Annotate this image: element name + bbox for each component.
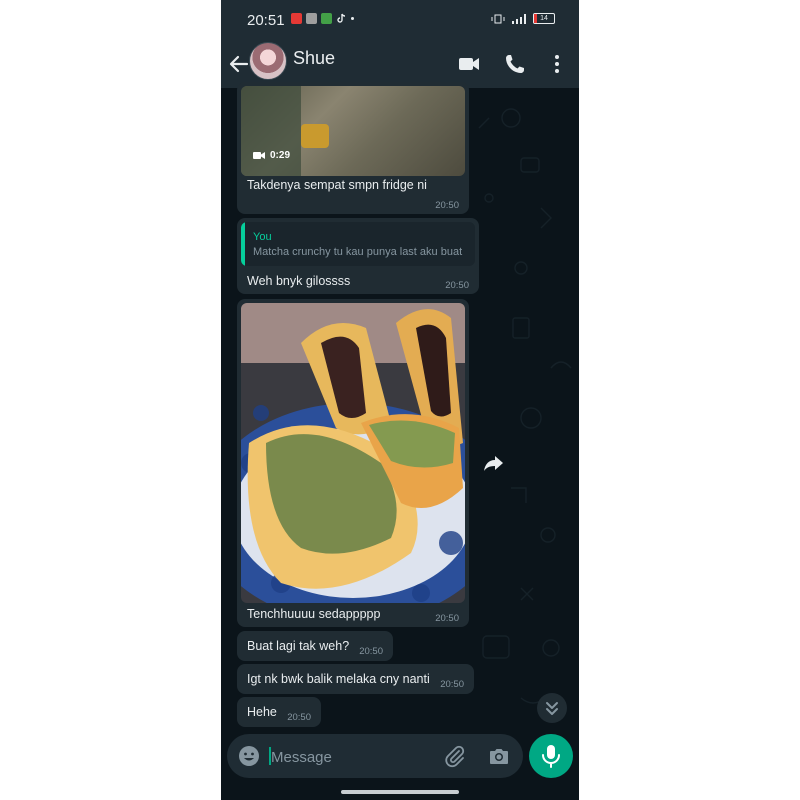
- video-camera-icon: [253, 152, 265, 159]
- chat-header: Shue: [221, 40, 579, 88]
- status-time: 20:51: [247, 12, 285, 29]
- message-time: 20:50: [287, 712, 311, 723]
- camera-icon[interactable]: [487, 744, 511, 768]
- gallery-icon: [306, 13, 317, 24]
- microphone-button[interactable]: [529, 734, 573, 778]
- emoji-icon[interactable]: [237, 744, 261, 768]
- message-text: Weh bnyk gilossss: [247, 274, 351, 288]
- quote-accent-bar: [241, 222, 245, 266]
- message-text: Buat lagi tak weh?: [247, 639, 350, 653]
- message-text: Hehe: [247, 705, 277, 719]
- message-composer: [227, 734, 523, 778]
- message-time: 20:50: [359, 646, 383, 657]
- avatar[interactable]: [249, 42, 287, 80]
- phone-icon[interactable]: [503, 52, 527, 76]
- forward-arrow-icon[interactable]: [481, 450, 507, 476]
- scroll-to-bottom-button[interactable]: [537, 693, 567, 723]
- vibrate-icon: [491, 14, 505, 23]
- video-duration: 0:29: [253, 150, 290, 161]
- chat-screen: 20:51 14 Shue 0:29 Takdenya sempat smpn …: [221, 0, 579, 800]
- message-time: 20:50: [440, 679, 464, 690]
- contact-name[interactable]: Shue: [293, 48, 335, 69]
- image-message[interactable]: Tenchhuuuu sedappppp 20:50: [237, 299, 469, 627]
- signal-icon: [512, 13, 526, 24]
- quote-author: You: [253, 231, 272, 243]
- video-rug-pattern: [241, 86, 301, 176]
- home-indicator[interactable]: [341, 790, 459, 794]
- message-list[interactable]: 0:29 Takdenya sempat smpn fridge ni 20:5…: [221, 82, 579, 728]
- food-photo[interactable]: [241, 303, 465, 603]
- message-text: Tenchhuuuu sedappppp: [247, 607, 381, 621]
- more-notifications-dot: [351, 17, 354, 20]
- battery-level-fill: [534, 14, 537, 23]
- text-cursor: [269, 747, 271, 765]
- tiktok-icon: [337, 13, 346, 23]
- message-input[interactable]: [269, 742, 433, 772]
- message-time: 20:50: [445, 280, 469, 291]
- quote-text: Matcha crunchy tu kau punya last aku bua…: [253, 246, 463, 258]
- microphone-icon: [542, 745, 560, 768]
- battery-level: 14: [540, 15, 548, 22]
- video-message[interactable]: 0:29 Takdenya sempat smpn fridge ni 20:5…: [237, 82, 469, 214]
- system-indicators: 14: [491, 13, 555, 24]
- video-duration-label: 0:29: [270, 150, 291, 161]
- app-icon: [321, 13, 332, 24]
- message-time: 20:50: [435, 200, 459, 211]
- more-vertical-icon[interactable]: [545, 52, 569, 76]
- text-message[interactable]: Igt nk bwk balik melaka cny nanti 20:50: [237, 664, 474, 694]
- calendar-icon: [291, 13, 302, 24]
- paperclip-icon[interactable]: [443, 744, 467, 768]
- video-camera-icon[interactable]: [457, 52, 481, 76]
- arrow-left-icon[interactable]: [227, 52, 251, 76]
- message-time: 20:50: [435, 613, 459, 624]
- video-thumbnail[interactable]: 0:29: [241, 86, 465, 176]
- text-message[interactable]: Buat lagi tak weh? 20:50: [237, 631, 393, 661]
- battery-icon: 14: [533, 13, 555, 24]
- video-toy-car: [301, 124, 329, 148]
- text-message[interactable]: Hehe 20:50: [237, 697, 321, 727]
- reply-message[interactable]: You Matcha crunchy tu kau punya last aku…: [237, 218, 479, 294]
- double-chevron-down-icon: [546, 702, 558, 715]
- status-bar: 20:51 14: [221, 0, 579, 40]
- message-text: Igt nk bwk balik melaka cny nanti: [247, 672, 430, 686]
- quoted-message[interactable]: You Matcha crunchy tu kau punya last aku…: [241, 222, 475, 266]
- notification-icons: [291, 13, 354, 24]
- message-text: Takdenya sempat smpn fridge ni: [247, 178, 427, 192]
